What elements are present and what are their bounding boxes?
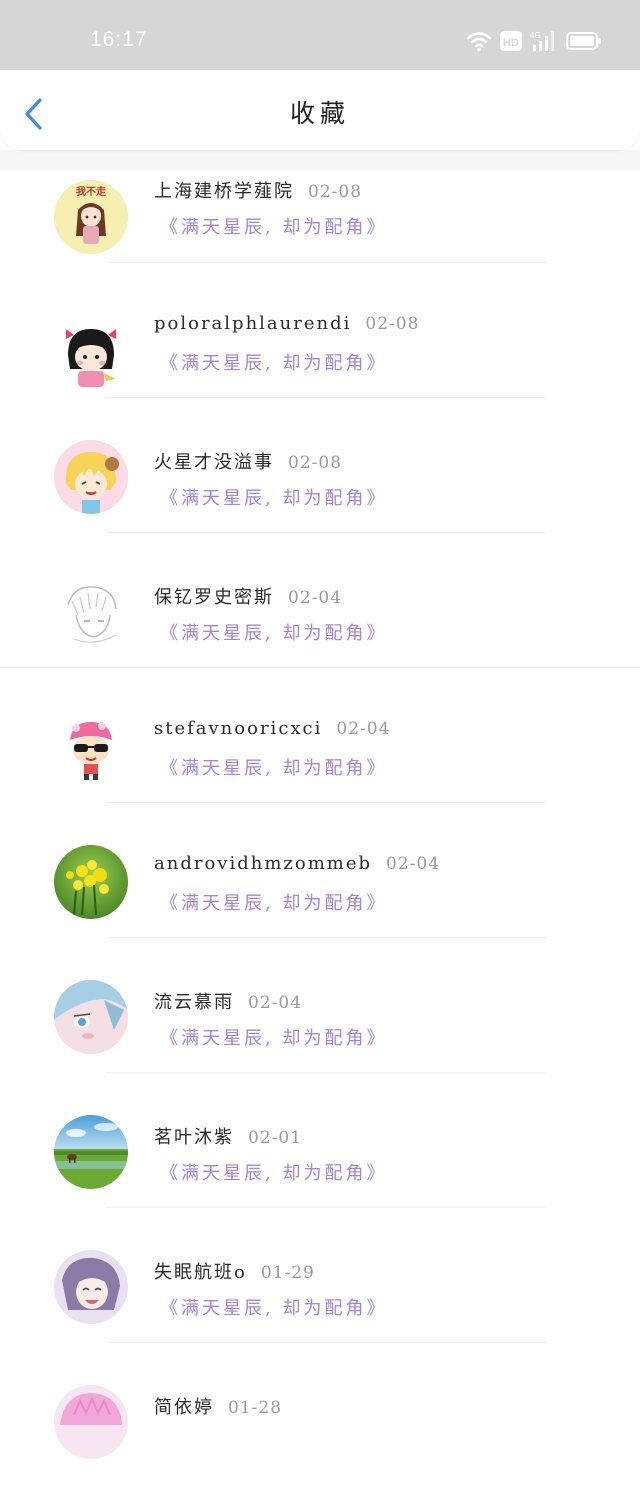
- hd-icon: HD: [500, 31, 522, 51]
- item-name-line: 保钇罗史密斯 02-04: [154, 583, 342, 609]
- item-date: 02-08: [365, 314, 420, 334]
- avatar: [54, 440, 128, 514]
- item-name-line: 火星才没溢事 02-08: [154, 448, 342, 474]
- status-time: 16:17: [90, 28, 148, 51]
- item-subtitle: 《满天星辰, 却为配角》: [160, 758, 388, 779]
- list-item[interactable]: poloralphlaurendi 02-08 《满天星辰, 却为配角》: [0, 285, 640, 420]
- list-item[interactable]: 失眠航班o 01-29 《满天星辰, 却为配角》: [0, 1230, 640, 1365]
- item-name-line: 失眠航班o 01-29: [154, 1258, 315, 1284]
- item-date: 02-08: [288, 453, 343, 473]
- item-date: 01-28: [228, 1398, 283, 1418]
- hd-label: HD: [503, 37, 519, 49]
- list-item[interactable]: stefavnooricxci 02-04 《满天星辰, 却为配角》: [0, 690, 640, 825]
- avatar: [54, 1115, 128, 1189]
- divider: [106, 1207, 546, 1208]
- item-name-line: androvidhmzommeb 02-04: [154, 853, 440, 874]
- item-date: 02-01: [248, 1128, 303, 1148]
- list-item[interactable]: 茗叶沐紫 02-01 《满天星辰, 却为配角》: [0, 1095, 640, 1230]
- status-icons: HD 4G: [466, 30, 602, 52]
- list-item[interactable]: androvidhmzommeb 02-04 《满天星辰, 却为配角》: [0, 825, 640, 960]
- item-subtitle: 《满天星辰, 却为配角》: [160, 1028, 388, 1049]
- divider: [106, 532, 546, 533]
- yellow-flowers-avatar: [54, 845, 128, 919]
- item-subtitle: 《满天星辰, 却为配角》: [160, 1163, 388, 1184]
- list-item[interactable]: 火星才没溢事 02-08 《满天星辰, 却为配角》: [0, 420, 640, 555]
- item-date: 02-04: [386, 854, 441, 874]
- item-date: 02-04: [288, 588, 343, 608]
- item-subtitle: 《满天星辰, 却为配角》: [160, 217, 388, 238]
- anime-pink-avatar: [54, 1385, 128, 1459]
- avatar: [54, 710, 128, 784]
- item-username: 简依婷: [154, 1397, 214, 1418]
- item-username: 流云慕雨: [154, 992, 234, 1013]
- item-username: 火星才没溢事: [154, 452, 274, 473]
- nav-bar: 收藏: [0, 70, 640, 150]
- divider: [106, 397, 546, 398]
- list-item[interactable]: 流云慕雨 02-04 《满天星辰, 却为配角》: [0, 960, 640, 1095]
- avatar: [54, 315, 128, 389]
- list-item[interactable]: 我不走 上海建桥学薤院 02-08 《满天星辰, 却为配角》: [0, 150, 640, 285]
- item-subtitle: 《满天星辰, 却为配角》: [160, 623, 388, 644]
- avatar: [54, 575, 128, 649]
- anime-smile-avatar: [54, 1250, 128, 1324]
- item-subtitle: 《满天星辰, 却为配角》: [160, 1298, 388, 1319]
- item-name-line: 流云慕雨 02-04: [154, 988, 302, 1014]
- meadow-landscape-avatar: [54, 1115, 128, 1189]
- item-date: 02-04: [248, 993, 303, 1013]
- item-subtitle: 《满天星辰, 却为配角》: [160, 893, 388, 914]
- item-username: 保钇罗史密斯: [154, 587, 274, 608]
- item-username: 茗叶沐紫: [154, 1127, 234, 1148]
- item-name-line: poloralphlaurendi 02-08: [154, 313, 419, 334]
- cartoon-girl-bow-avatar: [54, 315, 128, 389]
- divider: [106, 937, 546, 938]
- item-username: stefavnooricxci: [154, 718, 323, 739]
- avatar: [54, 1250, 128, 1324]
- item-subtitle: 《满天星辰, 却为配角》: [160, 488, 388, 509]
- item-username: androvidhmzommeb: [154, 853, 373, 874]
- item-date: 02-08: [308, 182, 363, 202]
- status-bar: 16:17 HD 4G: [0, 0, 640, 70]
- divider: [0, 667, 640, 668]
- page-title: 收藏: [289, 99, 350, 128]
- item-date: 02-04: [336, 719, 391, 739]
- signal-4g-icon: 4G: [530, 30, 558, 52]
- avatar: [54, 845, 128, 919]
- divider: [106, 1342, 546, 1343]
- avatar-caption: 我不走: [76, 185, 107, 198]
- item-subtitle: 《满天星辰, 却为配角》: [160, 353, 388, 374]
- divider: [106, 1072, 546, 1073]
- wifi-icon: [466, 30, 492, 52]
- item-date: 01-29: [260, 1263, 315, 1283]
- list-item[interactable]: 简依婷 01-28: [0, 1365, 640, 1500]
- divider: [106, 262, 546, 263]
- cartoon-girl-avatar: 我不走: [54, 180, 128, 254]
- avatar: 我不走: [54, 180, 128, 254]
- item-username: 上海建桥学薤院: [154, 181, 294, 202]
- divider: [106, 802, 546, 803]
- item-name-line: 上海建桥学薤院 02-08: [154, 177, 362, 203]
- item-name-line: 茗叶沐紫 02-01: [154, 1123, 302, 1149]
- avatar: [54, 1385, 128, 1459]
- avatar: [54, 980, 128, 1054]
- list-item[interactable]: 保钇罗史密斯 02-04 《满天星辰, 却为配角》: [0, 555, 640, 690]
- item-username: poloralphlaurendi: [154, 313, 352, 334]
- item-name-line: 简依婷 01-28: [154, 1393, 282, 1419]
- sunglasses-character-avatar: [54, 710, 128, 784]
- battery-icon: [566, 31, 602, 51]
- sketch-boy-avatar: [54, 575, 128, 649]
- item-name-line: stefavnooricxci 02-04: [154, 718, 390, 739]
- anime-blue-hair-avatar: [54, 980, 128, 1054]
- net-label: 4G: [530, 31, 541, 40]
- item-username: 失眠航班o: [154, 1262, 247, 1283]
- anime-blonde-avatar: [54, 440, 128, 514]
